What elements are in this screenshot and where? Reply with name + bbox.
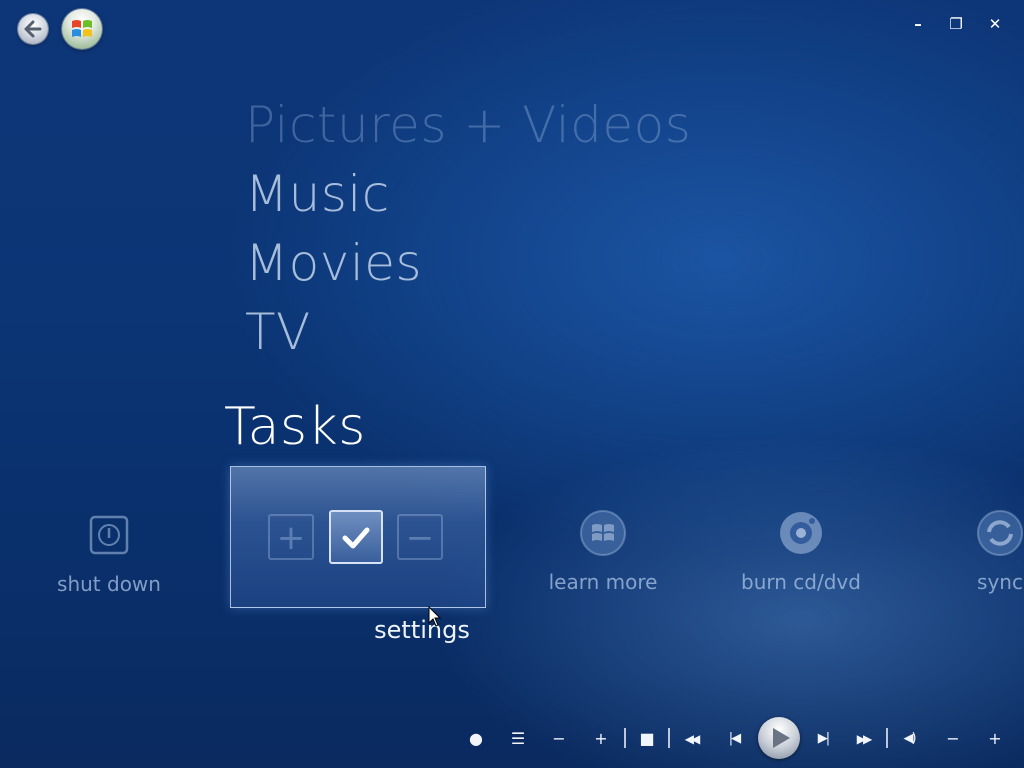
- channel-down-button[interactable]: −: [548, 728, 570, 750]
- windows-logo-icon: [72, 20, 92, 37]
- menu-item-tasks[interactable]: Tasks: [224, 397, 366, 457]
- play-button[interactable]: [758, 717, 800, 759]
- stop-button[interactable]: ■: [636, 728, 658, 750]
- power-icon: [84, 510, 134, 560]
- settings-plus-icon: +: [268, 514, 314, 560]
- transport-divider: [624, 728, 626, 748]
- task-settings-label: settings: [374, 616, 470, 644]
- task-learn-more[interactable]: learn more: [503, 508, 703, 594]
- play-icon: [773, 728, 790, 748]
- menu-item-music[interactable]: Music: [245, 164, 390, 224]
- checkbox-icon: [329, 510, 383, 564]
- transport-divider: [668, 728, 670, 748]
- volume-down-button[interactable]: −: [942, 728, 964, 750]
- back-button[interactable]: [18, 14, 48, 44]
- task-label: burn cd/dvd: [741, 570, 861, 594]
- task-label: shut down: [57, 572, 161, 596]
- next-track-button[interactable]: ▶|: [812, 728, 834, 750]
- windows-logo-icon: [578, 508, 628, 558]
- channel-up-button[interactable]: +: [590, 728, 612, 750]
- volume-up-button[interactable]: +: [984, 728, 1006, 750]
- mute-button[interactable]: ◀): [898, 728, 920, 750]
- close-button[interactable]: ✕: [983, 12, 1007, 36]
- menu-item-movies[interactable]: Movies: [245, 233, 422, 293]
- sync-icon: [975, 508, 1024, 558]
- rewind-button[interactable]: ◀◀: [680, 728, 702, 750]
- transport-divider: [886, 728, 888, 748]
- task-sync[interactable]: sync: [900, 508, 1024, 594]
- task-shut-down[interactable]: shut down: [9, 510, 209, 596]
- task-label: learn more: [548, 570, 658, 594]
- minimize-button[interactable]: –: [906, 12, 930, 36]
- restore-button[interactable]: ❐: [944, 12, 968, 36]
- record-button[interactable]: ●: [465, 728, 487, 750]
- mouse-cursor-icon: [428, 606, 442, 627]
- menu-item-pictures-videos[interactable]: Pictures + Videos: [245, 95, 691, 155]
- settings-minus-icon: −: [397, 514, 443, 560]
- disc-icon: [776, 508, 826, 558]
- menu-item-tv[interactable]: TV: [245, 302, 311, 362]
- task-settings-tile[interactable]: + −: [230, 466, 486, 608]
- task-burn-cd-dvd[interactable]: burn cd/dvd: [701, 508, 901, 594]
- previous-track-button[interactable]: |◀: [723, 728, 745, 750]
- windows-start-button[interactable]: [62, 9, 102, 49]
- task-label: sync: [977, 570, 1023, 594]
- back-arrow-icon: [24, 20, 42, 38]
- guide-button[interactable]: ☰: [507, 728, 529, 750]
- fast-forward-button[interactable]: ▶▶: [852, 728, 874, 750]
